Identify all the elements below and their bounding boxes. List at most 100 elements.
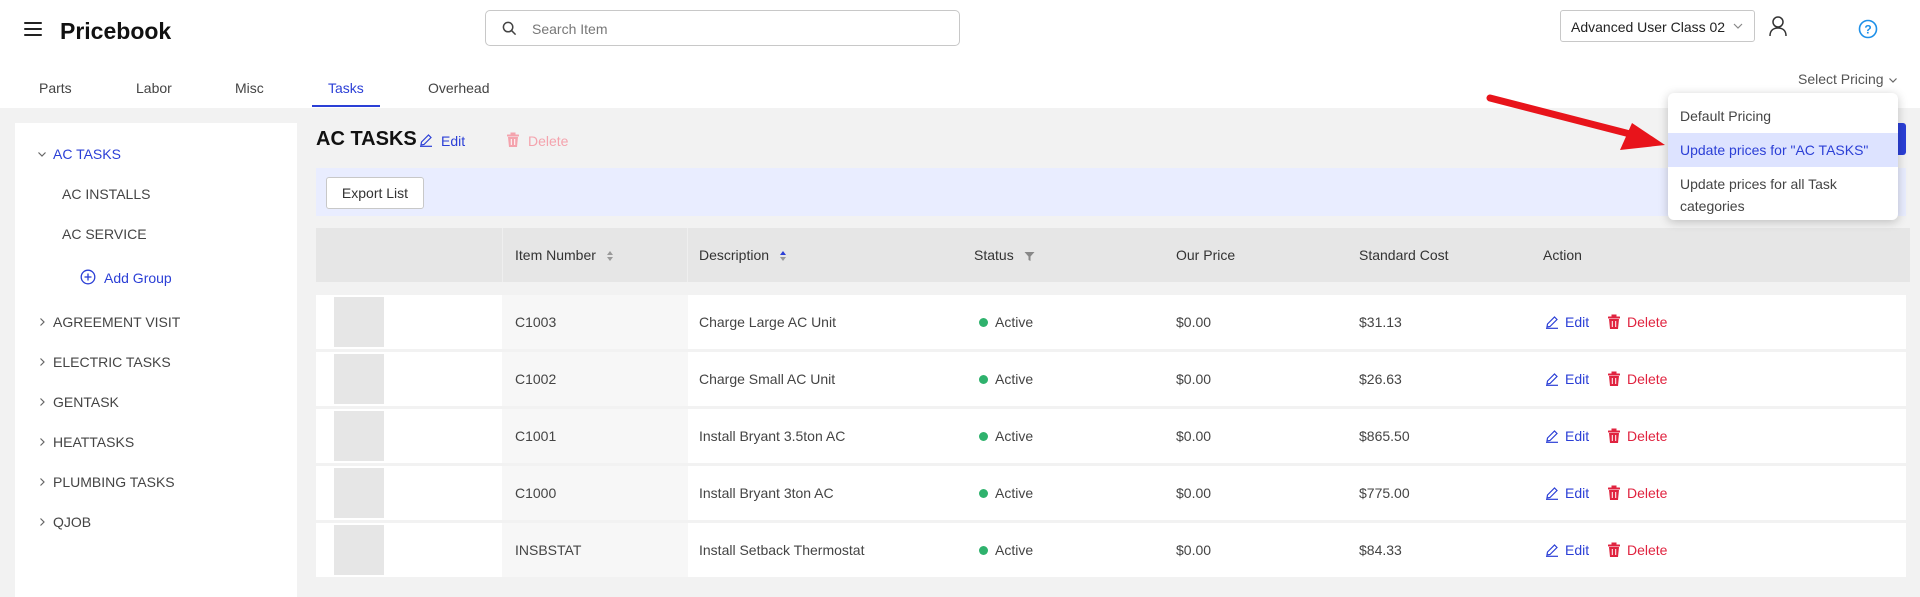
user-class-value: Advanced User Class 02 — [1571, 19, 1726, 35]
item-number: C1003 — [515, 314, 557, 330]
pencil-icon — [420, 134, 432, 147]
pencil-icon — [1546, 487, 1558, 500]
user-icon[interactable] — [1768, 15, 1788, 37]
chevron-right-icon — [40, 358, 45, 366]
row-edit-button[interactable]: Edit — [1545, 371, 1589, 387]
row-edit-label: Edit — [1565, 485, 1590, 501]
row-edit-label: Edit — [1565, 371, 1590, 387]
export-list-button[interactable]: Export List — [326, 177, 424, 209]
filter-icon — [1024, 251, 1035, 261]
tab-labor[interactable]: Labor — [136, 80, 172, 96]
menu-item-update-ac-tasks[interactable]: Update prices for "AC TASKS" — [1668, 133, 1898, 167]
sidebar-item-ac-tasks[interactable]: AC TASKS — [38, 146, 121, 162]
our-price: $0.00 — [1176, 428, 1212, 444]
help-icon[interactable]: ? — [1858, 19, 1878, 39]
item-thumbnail — [334, 468, 384, 518]
pencil-icon — [1546, 373, 1558, 386]
chevron-down-icon — [1733, 23, 1743, 29]
chevron-right-icon — [40, 518, 45, 526]
sidebar-subitem-ac-installs[interactable]: AC INSTALLS — [62, 186, 150, 202]
thumbnail-cell — [316, 352, 502, 406]
row-delete-button[interactable]: Delete — [1607, 485, 1667, 501]
delete-group-button[interactable]: Delete — [507, 132, 568, 149]
sidebar-item-agreement-visit[interactable]: AGREEMENT VISIT — [40, 314, 180, 330]
column-divider — [687, 228, 688, 282]
edit-group-button[interactable]: Edit — [420, 133, 465, 149]
column-divider — [502, 228, 503, 282]
status-dot — [979, 318, 988, 327]
menu-item-default-pricing[interactable]: Default Pricing — [1668, 99, 1898, 133]
search-icon — [502, 21, 517, 36]
row-delete-button[interactable]: Delete — [1607, 371, 1667, 387]
item-thumbnail — [334, 354, 384, 404]
trash-icon — [1608, 542, 1620, 557]
table-row[interactable]: C1003 Charge Large AC Unit Active $0.00 … — [316, 295, 1906, 349]
add-group-button[interactable]: Add Group — [80, 269, 172, 286]
tab-parts[interactable]: Parts — [39, 80, 72, 96]
menu-item-update-all-task-categories[interactable]: Update prices for all Task categories — [1668, 167, 1898, 223]
row-edit-button[interactable]: Edit — [1545, 314, 1589, 330]
sort-icon — [606, 251, 613, 262]
sidebar-item-gentask[interactable]: GENTASK — [40, 394, 119, 410]
annotation-arrow — [1486, 94, 1665, 150]
thumbnail-cell — [316, 295, 502, 349]
tab-tasks[interactable]: Tasks — [328, 80, 364, 96]
search-input[interactable] — [532, 19, 932, 39]
status-badge: Active — [979, 428, 1033, 444]
pricing-button-edge[interactable] — [1898, 123, 1906, 155]
item-number: C1002 — [515, 371, 557, 387]
row-delete-label: Delete — [1627, 428, 1668, 444]
standard-cost: $31.13 — [1359, 314, 1402, 330]
row-delete-button[interactable]: Delete — [1607, 314, 1667, 330]
item-number: C1001 — [515, 428, 557, 444]
column-header-item-number[interactable]: Item Number — [515, 247, 614, 263]
thumbnail-cell — [316, 466, 502, 520]
status-badge: Active — [979, 542, 1033, 558]
status-dot — [979, 546, 988, 555]
plus-circle-icon — [80, 269, 96, 285]
table-row[interactable]: C1000 Install Bryant 3ton AC Active $0.0… — [316, 466, 1906, 520]
row-edit-button[interactable]: Edit — [1545, 428, 1589, 444]
pencil-icon — [1546, 544, 1558, 557]
row-delete-button[interactable]: Delete — [1607, 428, 1667, 444]
column-header-status[interactable]: Status — [974, 247, 1035, 263]
chevron-right-icon — [40, 478, 45, 486]
sidebar-item-plumbing-tasks[interactable]: PLUMBING TASKS — [40, 474, 175, 490]
tab-misc[interactable]: Misc — [235, 80, 264, 96]
standard-cost: $865.50 — [1359, 428, 1410, 444]
sidebar-subitem-ac-service[interactable]: AC SERVICE — [62, 226, 147, 242]
sidebar-item-heattasks[interactable]: HEATTASKS — [40, 434, 135, 450]
trash-icon — [507, 132, 519, 147]
table-row[interactable]: C1001 Install Bryant 3.5ton AC Active $0… — [316, 409, 1906, 463]
thumbnail-cell — [316, 523, 502, 577]
tab-overhead[interactable]: Overhead — [428, 80, 489, 96]
row-edit-button[interactable]: Edit — [1545, 485, 1589, 501]
main-panel: AC TASKS Edit Delete Export List Item Nu… — [306, 123, 1910, 597]
sidebar-item-electric-tasks[interactable]: ELECTRIC TASKS — [40, 354, 171, 370]
row-edit-button[interactable]: Edit — [1545, 542, 1589, 558]
sidebar-item-label: ELECTRIC TASKS — [53, 354, 171, 370]
trash-icon — [1608, 371, 1620, 386]
hamburger-menu-icon[interactable] — [24, 22, 42, 36]
status-dot — [979, 432, 988, 441]
app-title: Pricebook — [60, 18, 172, 44]
status-badge: Active — [979, 314, 1033, 330]
our-price: $0.00 — [1176, 542, 1212, 558]
item-number: INSBSTAT — [515, 542, 582, 558]
sidebar-item-label: HEATTASKS — [53, 434, 135, 450]
search-box[interactable] — [485, 10, 960, 46]
svg-text:?: ? — [1864, 23, 1871, 37]
select-pricing-button[interactable]: Select Pricing — [1798, 71, 1898, 87]
sidebar-item-label: GENTASK — [53, 394, 119, 410]
user-class-select[interactable]: Advanced User Class 02 — [1560, 10, 1755, 42]
row-delete-button[interactable]: Delete — [1607, 542, 1667, 558]
table-row[interactable]: C1002 Charge Small AC Unit Active $0.00 … — [316, 352, 1906, 406]
table-row[interactable]: INSBSTAT Install Setback Thermostat Acti… — [316, 523, 1906, 577]
column-header-description[interactable]: Description — [699, 247, 787, 263]
item-thumbnail — [334, 411, 384, 461]
sidebar-item-label: QJOB — [53, 514, 92, 530]
item-description: Charge Large AC Unit — [699, 314, 836, 330]
standard-cost: $26.63 — [1359, 371, 1402, 387]
status-label: Active — [995, 371, 1034, 387]
sidebar-item-qjob[interactable]: QJOB — [40, 514, 92, 530]
